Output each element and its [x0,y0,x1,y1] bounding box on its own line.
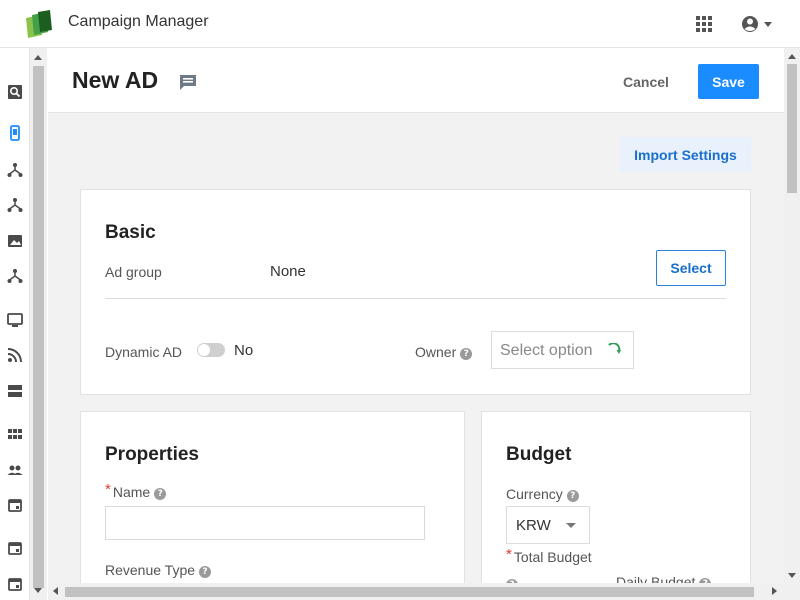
content-area: Import Settings Basic Ad group None Sele… [48,113,784,583]
image-icon[interactable] [7,233,23,249]
app-title: Campaign Manager [68,13,209,30]
help-icon[interactable]: ? [154,488,167,500]
properties-card: Properties * Name? Revenue Type? [80,411,465,583]
revenue-type-label: Revenue Type? [105,562,212,578]
top-bar: Campaign Manager [0,0,800,48]
owner-label: Owner? [415,344,473,360]
select-ad-group-button[interactable]: Select [656,250,726,286]
currency-value: KRW [516,517,551,534]
properties-title: Properties [105,444,199,465]
apps-grid-icon[interactable] [696,16,712,32]
dynamic-ad-value: No [234,342,254,359]
page-scroll-thumb[interactable] [787,64,797,193]
calendar-icon[interactable] [7,497,23,513]
basic-card: Basic Ad group None Select Dynamic AD No… [80,189,751,395]
search-report-icon[interactable] [7,84,23,100]
daily-budget-label: Daily Budget? [616,574,712,583]
page-title: New AD [72,67,159,93]
budget-title: Budget [506,444,572,465]
page-scrollbar[interactable] [784,48,800,583]
owner-select[interactable]: Select option [491,331,634,369]
total-budget-label: * Total Budget [506,546,592,565]
currency-select[interactable]: KRW [506,506,590,544]
scroll-left-arrow-icon[interactable] [53,587,58,595]
scroll-right-arrow-icon[interactable] [772,587,777,595]
monitor-icon[interactable] [7,312,23,328]
import-settings-button[interactable]: Import Settings [620,137,751,172]
cancel-button[interactable]: Cancel [610,64,682,99]
owner-placeholder: Select option [500,342,593,359]
network-icon[interactable] [7,268,23,284]
horizontal-scrollbar[interactable] [48,583,800,600]
sidebar-scroll-thumb[interactable] [33,66,44,588]
network-icon[interactable] [7,197,23,213]
divider [105,298,726,299]
page-header: New AD Cancel Save [48,48,784,113]
dynamic-ad-label: Dynamic AD [105,344,183,360]
loading-spinner-icon [608,343,621,354]
help-icon[interactable]: ? [566,490,579,502]
scroll-up-arrow-icon[interactable] [788,54,796,59]
sidebar-scrollbar[interactable] [30,48,47,600]
scroll-up-arrow-icon[interactable] [34,55,42,60]
calendar-icon[interactable] [7,540,23,556]
horizontal-scroll-thumb[interactable] [65,587,754,597]
required-asterisk: * [105,481,111,498]
name-input[interactable] [105,506,425,540]
stacked-cards-logo[interactable] [24,10,54,38]
user-account-icon[interactable] [741,15,775,33]
total-budget-help: ? [506,575,518,583]
comment-icon[interactable] [179,73,197,91]
chevron-down-icon [566,523,576,528]
rss-feed-icon[interactable] [7,347,23,363]
scroll-down-arrow-icon[interactable] [34,588,42,593]
network-icon[interactable] [7,162,23,178]
help-icon[interactable]: ? [460,348,473,360]
basic-title: Basic [105,222,156,243]
budget-card: Budget Currency? KRW *Total Budget ? Dai… [481,411,751,583]
scroll-down-arrow-icon[interactable] [788,573,796,578]
help-icon[interactable]: ? [199,566,212,578]
sidebar-nav [0,48,30,600]
required-asterisk: * [506,546,512,563]
ad-group-value: None [270,263,306,280]
storage-icon[interactable] [7,383,23,399]
name-label: * Name? [105,481,167,501]
mobile-device-icon[interactable] [7,125,23,141]
calendar-icon[interactable] [7,576,23,592]
save-button[interactable]: Save [698,64,759,99]
toggle-knob [198,344,210,356]
currency-label: Currency? [506,486,579,502]
people-icon[interactable] [7,462,23,478]
dynamic-ad-toggle[interactable] [197,343,225,357]
grid-view-icon[interactable] [7,426,23,442]
ad-group-label: Ad group [105,264,162,280]
